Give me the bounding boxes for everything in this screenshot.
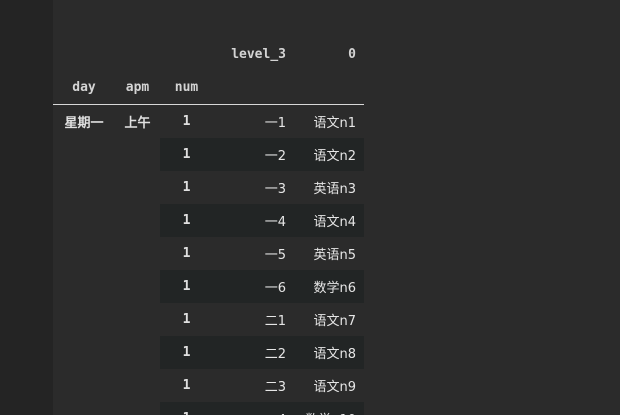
- level-cell: 一3: [264, 182, 286, 197]
- header-blank: [115, 38, 160, 71]
- header-blank: [213, 71, 294, 105]
- level-cell: 一1: [264, 116, 286, 131]
- index-day-cell: [53, 270, 115, 303]
- index-num-cell: 1: [182, 246, 191, 261]
- value-cell: 数学n6: [294, 270, 364, 303]
- index-day-cell: [53, 303, 115, 336]
- value-cell: 语文n1: [313, 116, 356, 131]
- table-row: 1 一4 语文n4: [53, 204, 364, 237]
- index-apm-cell: [115, 171, 160, 204]
- index-apm-cell: [115, 336, 160, 369]
- index-day-cell: [53, 138, 115, 171]
- index-num-cell: 1: [182, 114, 191, 129]
- index-day-cell: [53, 237, 115, 270]
- index-day-cell: [53, 204, 115, 237]
- column-header-zero: 0: [348, 47, 356, 62]
- index-apm-cell: [115, 402, 160, 415]
- index-num-cell: 1: [160, 336, 213, 369]
- table-row: 星期一 上午 1 一1 语文n1: [53, 105, 364, 139]
- value-cell: 语文n9: [313, 380, 356, 395]
- table-row: 1 一5 英语n5: [53, 237, 364, 270]
- level-cell: 一4: [213, 204, 294, 237]
- index-apm-cell: [115, 237, 160, 270]
- table-row: 1 一2 语文n2: [53, 138, 364, 171]
- index-apm-cell: [115, 138, 160, 171]
- column-header-level-3: level_3: [231, 47, 286, 62]
- value-cell: 语文n7: [313, 314, 356, 329]
- value-cell: 语文n8: [294, 336, 364, 369]
- index-num-cell: 1: [182, 180, 191, 195]
- table-row: 1 二3 语文n9: [53, 369, 364, 402]
- header-row-index-names: day apm num: [53, 71, 364, 105]
- value-cell: 英语n5: [313, 248, 356, 263]
- dataframe-table: level_3 0 day apm num 星期一 上午 1 一1 语文n1 1…: [53, 38, 364, 415]
- table-row: 1 二2 语文n8: [53, 336, 364, 369]
- level-cell: 一2: [213, 138, 294, 171]
- table-row: 1 二1 语文n7: [53, 303, 364, 336]
- value-cell: 数学n10: [294, 402, 364, 415]
- header-blank: [294, 71, 364, 105]
- index-num-cell: 1: [160, 402, 213, 415]
- header-row-columns: level_3 0: [53, 38, 364, 71]
- index-apm-cell: 上午: [124, 116, 151, 131]
- index-num-cell: 1: [182, 378, 191, 393]
- level-cell: 一6: [213, 270, 294, 303]
- table-row: 1 一3 英语n3: [53, 171, 364, 204]
- index-num-cell: 1: [160, 270, 213, 303]
- index-num-cell: 1: [182, 312, 191, 327]
- index-apm-cell: [115, 369, 160, 402]
- table-body: 星期一 上午 1 一1 语文n1 1 一2 语文n2 1 一3 英语n3 1 一…: [53, 105, 364, 415]
- table-header: level_3 0 day apm num: [53, 38, 364, 105]
- index-num-cell: 1: [160, 138, 213, 171]
- level-cell: 一5: [264, 248, 286, 263]
- value-cell: 语文n2: [294, 138, 364, 171]
- header-blank: [160, 38, 213, 71]
- index-day-cell: [53, 336, 115, 369]
- index-name-apm: apm: [115, 71, 160, 105]
- index-apm-cell: [115, 303, 160, 336]
- index-apm-cell: [115, 270, 160, 303]
- value-cell: 语文n4: [294, 204, 364, 237]
- index-num-cell: 1: [160, 204, 213, 237]
- level-cell: 二2: [213, 336, 294, 369]
- index-day-cell: [53, 402, 115, 415]
- index-apm-cell: [115, 204, 160, 237]
- level-cell: 二1: [264, 314, 286, 329]
- level-cell: 二4: [213, 402, 294, 415]
- table-row: 1 一6 数学n6: [53, 270, 364, 303]
- notebook-left-gutter: [0, 0, 53, 415]
- value-cell: 英语n3: [313, 182, 356, 197]
- header-blank: [53, 38, 115, 71]
- index-name-num: num: [160, 71, 213, 105]
- index-day-cell: 星期一: [64, 116, 104, 131]
- level-cell: 二3: [264, 380, 286, 395]
- index-name-day: day: [53, 71, 115, 105]
- table-row: 1 二4 数学n10: [53, 402, 364, 415]
- index-day-cell: [53, 369, 115, 402]
- index-day-cell: [53, 171, 115, 204]
